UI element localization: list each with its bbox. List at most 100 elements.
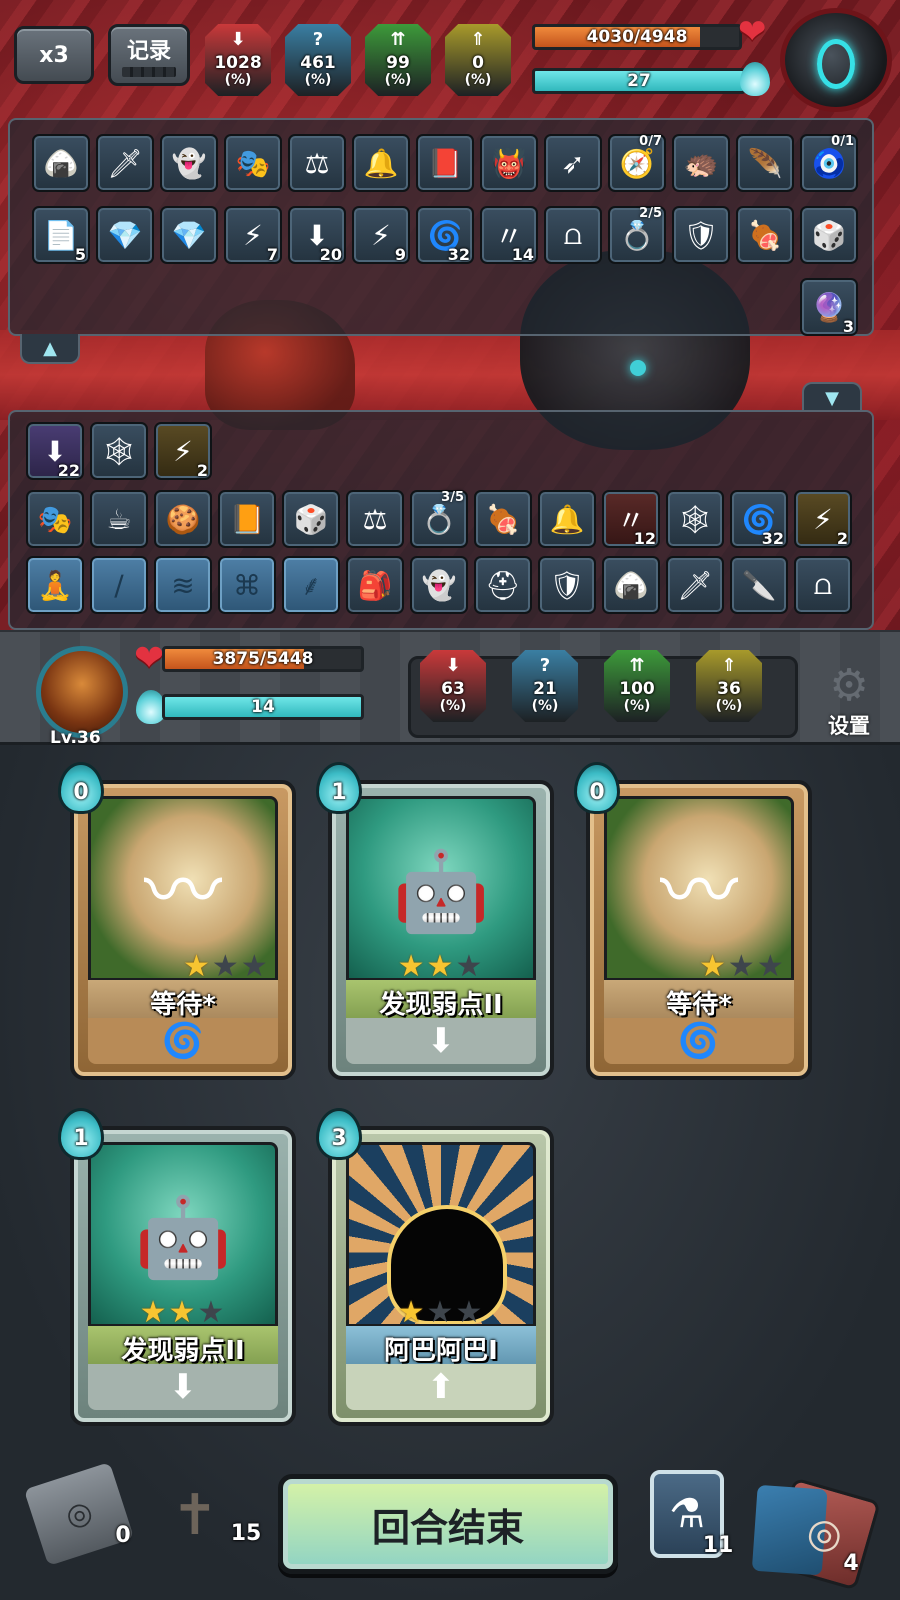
paper-icon[interactable]: 📄 5	[32, 206, 90, 264]
enemy-stat-1[interactable]: ? 461 (%)	[285, 24, 351, 96]
player-stat-1[interactable]: ? 21 (%)	[512, 650, 578, 722]
spider-web-icon[interactable]: 🕸	[90, 422, 148, 480]
weaken-icon[interactable]: ⬇ 22	[26, 422, 84, 480]
compass-icon[interactable]: 🧭 0/7	[608, 134, 666, 192]
feather-slot-icon[interactable]: ⸙	[282, 556, 340, 614]
feather-icon[interactable]: 🪶	[736, 134, 794, 192]
purple-crystal-icon[interactable]: 💎	[160, 206, 218, 264]
card-art: ★★★	[346, 1142, 536, 1327]
lightning-icon[interactable]: ⚡ 2	[154, 422, 212, 480]
player-stat-3[interactable]: ⇑ 36 (%)	[696, 650, 762, 722]
ghost-doll-icon[interactable]: 👻	[160, 134, 218, 192]
enemy-stat-2[interactable]: ⇈ 99 (%)	[365, 24, 431, 96]
collapse-enemy-panel-button[interactable]: ▲	[20, 334, 80, 364]
exhaust-spiral-icon: ◎	[61, 1493, 97, 1535]
cube-icon[interactable]: 🎲	[800, 206, 858, 264]
shield-icon[interactable]: 🛡	[538, 556, 596, 614]
discard-pile[interactable]: ✝	[160, 1470, 230, 1560]
teacup-icon[interactable]: ☕	[90, 490, 148, 548]
gold-ring-icon[interactable]: 💍 2/5	[608, 206, 666, 264]
spider-web-icon[interactable]: 🕸	[666, 490, 724, 548]
helmet-icon-glyph: ⛑	[485, 568, 521, 602]
purple-crystal-icon[interactable]: 💎	[96, 206, 154, 264]
arrow-down-icon: ⬇	[346, 1018, 536, 1064]
player-stat-2[interactable]: ⇈ 100 (%)	[604, 650, 670, 722]
mask-icon[interactable]: 🎭	[26, 490, 84, 548]
storm-icon[interactable]: ⚡ 2	[794, 490, 852, 548]
meat-icon[interactable]: 🍖	[736, 206, 794, 264]
rice-ball-icon[interactable]: 🍙	[602, 556, 660, 614]
eye-amulet-icon[interactable]: 🧿 0/1	[800, 134, 858, 192]
claw-marks-icon[interactable]: 〃 14	[480, 206, 538, 264]
cube-icon[interactable]: 🎲	[282, 490, 340, 548]
question-icon: ?	[312, 29, 324, 50]
speed-button[interactable]: x3	[14, 26, 94, 84]
red-imp-icon[interactable]: 👹	[480, 134, 538, 192]
gold-ring-icon[interactable]: 💍 3/5	[410, 490, 468, 548]
ghost-doll-icon[interactable]: 👻	[410, 556, 468, 614]
settings-button[interactable]: ⚙ 设置	[812, 662, 886, 742]
enemy-portrait[interactable]	[780, 8, 892, 112]
vortex-icon[interactable]: 🌀 32	[730, 490, 788, 548]
player-stat-value: 36	[717, 678, 741, 699]
meat-icon[interactable]: 🍖	[474, 490, 532, 548]
staff-slot-icon[interactable]: ∕	[90, 556, 148, 614]
vortex-icon[interactable]: 🌀 32	[416, 206, 474, 264]
scales-icon[interactable]: ⚖	[288, 134, 346, 192]
card-art: 〰 ★★★	[604, 796, 794, 981]
scroll-slot-icon[interactable]: ⌘	[218, 556, 276, 614]
hand-card[interactable]: 〰 ★★★ 等待* 🌀 0	[574, 762, 812, 1080]
meditate-slot-icon[interactable]: 🧘	[26, 556, 84, 614]
arrows-icon[interactable]: ➶	[544, 134, 602, 192]
cookie-icon[interactable]: 🍪	[154, 490, 212, 548]
enemy-stat-unit: (%)	[224, 71, 252, 88]
enemy-stat-3[interactable]: ⇑ 0 (%)	[445, 24, 511, 96]
player-portrait[interactable]	[36, 646, 128, 738]
storm-icon[interactable]: ⚡ 9	[352, 206, 410, 264]
bag-icon[interactable]: 🎒	[346, 556, 404, 614]
hand-card[interactable]: ★★★ 阿巴阿巴I ⬆ 3	[316, 1108, 554, 1426]
weaken-icon[interactable]: ⬇ 20	[288, 206, 346, 264]
log-button[interactable]: 记录	[108, 24, 190, 86]
horn-icon[interactable]: 🔔	[538, 490, 596, 548]
spiked-shell-icon[interactable]: 🦔	[672, 134, 730, 192]
card-star-rating: ★★★	[91, 949, 275, 978]
hand-card[interactable]: 🤖 ★★★ 发现弱点II ⬇ 1	[316, 762, 554, 1080]
log-label: 记录	[126, 39, 171, 64]
boss-eye-icon	[817, 39, 855, 89]
book-icon[interactable]: 📕	[416, 134, 474, 192]
item-count: 3/5	[441, 490, 464, 505]
item-count: 2	[196, 461, 208, 480]
rice-ball-icon[interactable]: 🍙	[32, 134, 90, 192]
end-turn-button[interactable]: 回合结束	[278, 1474, 618, 1574]
red-blade-icon[interactable]: 🗡	[666, 556, 724, 614]
trap-icon[interactable]: ⩍	[544, 206, 602, 264]
arrow-up-icon: ⬆	[346, 1364, 536, 1410]
mask-icon[interactable]: 🎭	[224, 134, 282, 192]
enemy-hp-bar: 4030/4948	[532, 24, 742, 50]
player-stat-0[interactable]: ⬇ 63 (%)	[420, 650, 486, 722]
horn-icon[interactable]: 🔔	[352, 134, 410, 192]
red-blade-icon-glyph: 🗡	[107, 146, 143, 180]
trap-icon-glyph: ⩍	[813, 568, 833, 601]
hand-card[interactable]: 🤖 ★★★ 发现弱点II ⬇ 1	[58, 1108, 296, 1426]
player-stat-unit: (%)	[531, 697, 559, 714]
scales-icon[interactable]: ⚖	[346, 490, 404, 548]
enemy-stat-0[interactable]: ⬇ 1028 (%)	[205, 24, 271, 96]
wind-slot-icon[interactable]: ≋	[154, 556, 212, 614]
collapse-player-panel-button[interactable]: ▼	[802, 382, 862, 412]
shield-icon[interactable]: 🛡	[672, 206, 730, 264]
claw-marks-icon[interactable]: 〃 12	[602, 490, 660, 548]
star-icon: ★	[699, 949, 728, 981]
robot-art: 🤖	[134, 1193, 232, 1284]
red-blade-icon[interactable]: 🗡	[96, 134, 154, 192]
helmet-icon[interactable]: ⛑	[474, 556, 532, 614]
kunai-icon[interactable]: 🔪	[730, 556, 788, 614]
trap-icon[interactable]: ⩍	[794, 556, 852, 614]
frost-orb-icon[interactable]: 🔮 3	[800, 278, 858, 336]
hand-card[interactable]: 〰 ★★★ 等待* 🌀 0	[58, 762, 296, 1080]
spellbook-icon[interactable]: 📙	[218, 490, 276, 548]
item-count: 2	[836, 529, 848, 548]
lightning-icon[interactable]: ⚡ 7	[224, 206, 282, 264]
feather-slot-icon-glyph: ⸙	[300, 569, 322, 602]
